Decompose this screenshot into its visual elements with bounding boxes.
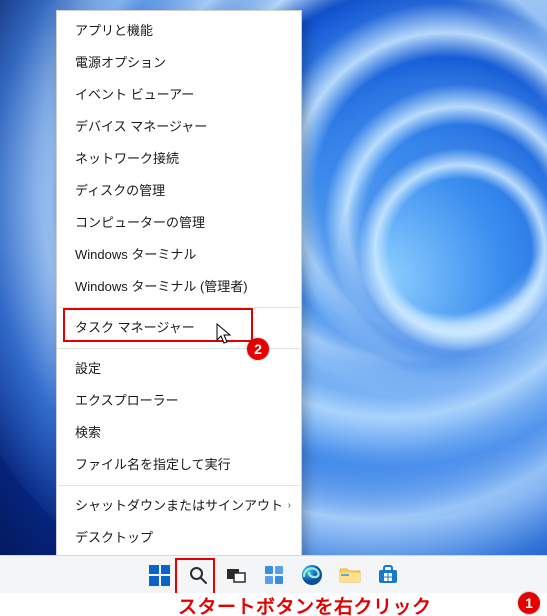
taskbar-widgets-button[interactable] [258, 560, 290, 590]
taskbar [0, 555, 547, 594]
menu-label: シャットダウンまたはサインアウト [75, 498, 283, 513]
menu-label: コンピューターの管理 [75, 215, 205, 230]
menu-disk-management[interactable]: ディスクの管理 [57, 175, 301, 207]
menu-label: 電源オプション [75, 55, 166, 70]
menu-separator [58, 307, 300, 308]
menu-search[interactable]: 検索 [57, 417, 301, 449]
menu-label: Windows ターミナル (管理者) [75, 279, 248, 294]
microsoft-store-icon [377, 565, 399, 585]
menu-explorer[interactable]: エクスプローラー [57, 385, 301, 417]
menu-event-viewer[interactable]: イベント ビューアー [57, 79, 301, 111]
menu-shutdown-signout[interactable]: シャットダウンまたはサインアウト › [57, 490, 301, 522]
start-context-menu: アプリと機能 電源オプション イベント ビューアー デバイス マネージャー ネッ… [56, 10, 302, 559]
menu-label: 設定 [75, 361, 101, 376]
menu-label: ファイル名を指定して実行 [75, 457, 231, 472]
taskbar-task-view-button[interactable] [220, 560, 252, 590]
menu-power-options[interactable]: 電源オプション [57, 47, 301, 79]
taskbar-store-button[interactable] [372, 560, 404, 590]
menu-label: アプリと機能 [75, 23, 153, 38]
menu-run[interactable]: ファイル名を指定して実行 [57, 449, 301, 481]
menu-label: 検索 [75, 425, 101, 440]
menu-label: デスクトップ [75, 530, 153, 545]
menu-label: ネットワーク接続 [75, 151, 179, 166]
menu-windows-terminal-admin[interactable]: Windows ターミナル (管理者) [57, 271, 301, 303]
menu-desktop[interactable]: デスクトップ [57, 522, 301, 554]
taskbar-file-explorer-button[interactable] [334, 560, 366, 590]
menu-computer-management[interactable]: コンピューターの管理 [57, 207, 301, 239]
menu-label: Windows ターミナル [75, 247, 196, 262]
widgets-icon [264, 565, 284, 585]
menu-windows-terminal[interactable]: Windows ターミナル [57, 239, 301, 271]
file-explorer-icon [339, 566, 361, 584]
menu-label: デバイス マネージャー [75, 119, 207, 134]
menu-separator [58, 485, 300, 486]
menu-device-manager[interactable]: デバイス マネージャー [57, 111, 301, 143]
menu-label: タスク マネージャー [75, 320, 195, 335]
annotation-caption: スタートボタンを右クリック [178, 592, 432, 616]
menu-network-connections[interactable]: ネットワーク接続 [57, 143, 301, 175]
start-button[interactable] [144, 560, 176, 590]
task-view-icon [226, 566, 246, 584]
menu-label: ディスクの管理 [75, 183, 165, 198]
search-icon [188, 565, 208, 585]
taskbar-edge-button[interactable] [296, 560, 328, 590]
taskbar-search-button[interactable] [182, 560, 214, 590]
menu-apps-and-features[interactable]: アプリと機能 [57, 15, 301, 47]
annotation-badge-2: 2 [247, 338, 269, 360]
menu-label: イベント ビューアー [75, 87, 194, 102]
windows-logo-icon [149, 565, 170, 586]
chevron-right-icon: › [288, 497, 291, 515]
menu-label: エクスプローラー [75, 393, 179, 408]
edge-icon [301, 564, 323, 586]
annotation-badge-1: 1 [518, 592, 540, 614]
